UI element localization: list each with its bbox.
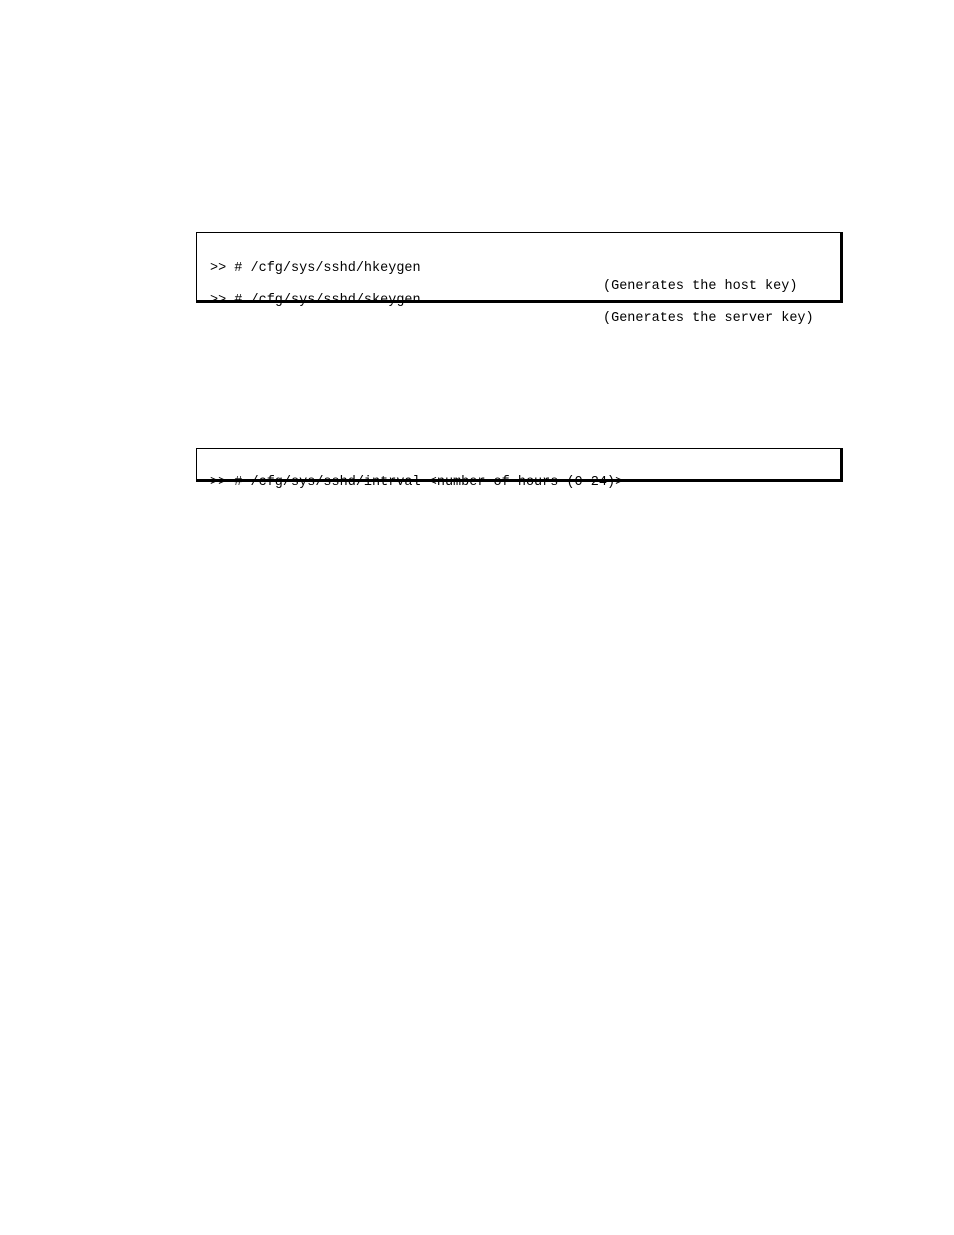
command-text: >> # /cfg/sys/sshd/skeygen xyxy=(210,293,421,308)
command-line: >> # /cfg/sys/sshd/skeygen (Generates th… xyxy=(197,274,840,326)
command-text: >> # /cfg/sys/sshd/intrval <number of ho… xyxy=(210,475,624,490)
ssh-key-generation-command-box: >> # /cfg/sys/sshd/hkeygen (Generates th… xyxy=(196,232,843,326)
command-line: >> # /cfg/sys/sshd/intrval <number of ho… xyxy=(197,456,840,490)
document-page: >> # /cfg/sys/sshd/hkeygen (Generates th… xyxy=(0,0,954,1235)
command-line: >> # /cfg/sys/sshd/hkeygen (Generates th… xyxy=(197,242,840,294)
command-annotation: (Generates the server key) xyxy=(603,311,814,326)
ssh-key-interval-command-box: >> # /cfg/sys/sshd/intrval <number of ho… xyxy=(196,448,843,490)
